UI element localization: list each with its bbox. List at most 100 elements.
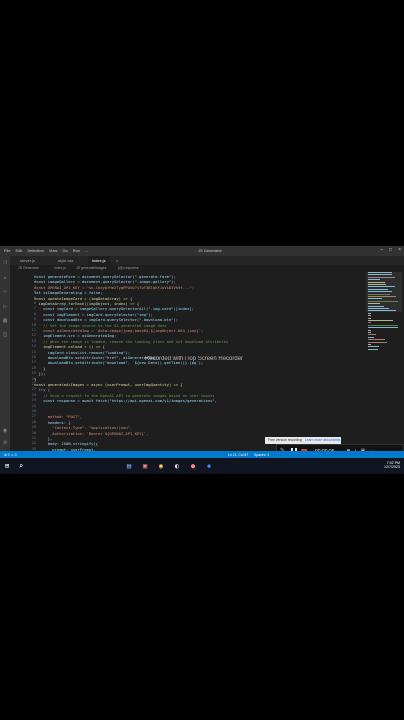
maximize-icon[interactable]: □: [389, 247, 392, 253]
minimap-line: [368, 312, 371, 314]
code-line: // When the image is loaded, remove the …: [34, 338, 229, 344]
system-clock[interactable]: 7:52 PM 12/7/2023: [366, 461, 400, 469]
code-line: const OPENAI_API_KEY = "sk-lhdyUrHe2TygP…: [34, 284, 195, 290]
code-line: });: [34, 371, 46, 377]
menu-file[interactable]: File: [4, 248, 10, 253]
code-line: }: [34, 376, 37, 382]
menu-run[interactable]: Run: [73, 248, 80, 253]
tab-server-js[interactable]: server.js: [20, 258, 35, 263]
toast-text: Free version recording: [268, 438, 302, 442]
minimap-line: [368, 300, 398, 302]
account-icon[interactable]: ◉: [2, 428, 8, 434]
window-title: JS Generator: [198, 248, 222, 253]
code-line: imgCard.classList.remove("loading");: [34, 349, 131, 355]
taskbar-file-explorer-icon[interactable]: ▤: [124, 461, 134, 471]
indentation[interactable]: Spaces: 4: [254, 453, 269, 457]
editor-tab-bar: server.js style.css index.js ×: [10, 256, 404, 265]
tab-close-icon[interactable]: ×: [116, 258, 118, 263]
taskbar-search-icon[interactable]: ⌕: [16, 461, 26, 471]
minimap-line: [368, 288, 388, 290]
code-line: downloadBtn.setAttribute("href", aiGener…: [34, 355, 160, 360]
minimap-line: [368, 341, 388, 343]
recording-toast: Free version recording Learn more about …: [265, 437, 341, 444]
recorder-watermark: Recorded with iTop Screen Recorder: [145, 356, 244, 362]
cursor-position[interactable]: Ln 21, Col 87: [228, 453, 248, 457]
screen: File Edit Selection View Go Run ... JS G…: [0, 246, 404, 474]
minimap-line: [368, 332, 371, 333]
code-line: // Set the image source to the AI-genera…: [34, 322, 167, 328]
minimap-line: [368, 305, 385, 307]
taskbar: ⊞ ⌕ ▤ ▣ ◉ ◐ ● ◆ 7:52 PM 12/7/2023: [0, 458, 404, 474]
minimap-line: [368, 303, 380, 305]
code-line: },: [34, 436, 53, 441]
breadcrumb-item[interactable]: [@] response: [118, 266, 139, 270]
explorer-icon[interactable]: ❐: [2, 260, 8, 266]
tab-index-js[interactable]: index.js: [88, 256, 110, 265]
tab-style-css[interactable]: style.css: [58, 258, 73, 263]
code-line: const generateForm = document.querySelec…: [34, 274, 176, 279]
code-line: // Send a request to the OpenAI API to g…: [34, 392, 215, 398]
minimap-line: [368, 322, 371, 324]
breadcrumb-item[interactable]: index.js: [54, 266, 66, 270]
code-line: method: "POST",: [34, 414, 83, 420]
minimap-line: [368, 308, 390, 309]
start-windows-icon[interactable]: ⊞: [2, 461, 12, 471]
code-line: headers: {: [34, 419, 71, 425]
minimap-line: [368, 310, 397, 312]
minimap-line: [368, 327, 398, 329]
breadcrumb-item[interactable]: JS generateImages: [76, 266, 106, 270]
code-line: }: [34, 365, 46, 371]
taskbar-vscode-icon[interactable]: ◆: [204, 461, 214, 471]
toast-link[interactable]: Learn more about limits: [305, 438, 340, 442]
code-line: const aiGeneratedImg = `data:image/jpeg;…: [34, 328, 204, 333]
minimap-line: [368, 329, 371, 331]
minimap-line: [368, 334, 377, 336]
menu-go[interactable]: Go: [62, 248, 67, 253]
menu-view[interactable]: View: [49, 248, 58, 253]
code-line: const generateAiImages = async (userProm…: [34, 382, 183, 387]
minimap[interactable]: [366, 272, 402, 362]
code-line: const downloadBtn = imgCard.querySelecto…: [34, 317, 179, 323]
title-bar: File Edit Selection View Go Run ... JS G…: [0, 246, 404, 256]
minimap-line: [368, 344, 372, 345]
minimap-line: [368, 284, 386, 285]
run-debug-icon[interactable]: ▷: [2, 304, 8, 310]
minimap-line: [368, 317, 371, 319]
code-line: const imageGallery = document.querySelec…: [34, 279, 176, 285]
code-line: body: JSON.stringify({: [34, 441, 99, 447]
extensions-icon[interactable]: ▦: [2, 318, 8, 324]
breadcrumb-item[interactable]: JS Generator: [18, 266, 39, 270]
code-line: const updateImageCard = (imgDataArray) =…: [34, 295, 133, 301]
code-line: const response = await fetch("https://ap…: [34, 398, 217, 404]
minimap-line: [368, 276, 395, 278]
clock-date: 12/7/2023: [384, 465, 400, 469]
code-line: Authorization: `Bearer ${OPENAI_API_KEY}…: [34, 430, 149, 436]
code-line: const imgCard = imageGallery.querySelect…: [34, 306, 195, 312]
window-controls: – □ ×: [380, 247, 401, 253]
taskbar-edge-icon[interactable]: ◐: [172, 461, 182, 471]
line-number-gutter: 1 2 3 4 5 6 7 8 9 10 11 12 13 14 15 16 17 18 19 20 21 22 23 24 2…: [10, 272, 36, 451]
minimap-line: [368, 346, 379, 348]
minimap-line: [368, 272, 392, 273]
source-control-icon[interactable]: ⑂: [2, 290, 8, 296]
menu-more[interactable]: ...: [85, 248, 88, 253]
minimize-icon[interactable]: –: [380, 247, 383, 253]
minimap-line: [368, 293, 391, 295]
search-icon[interactable]: ⌕: [2, 276, 8, 282]
settings-gear-icon[interactable]: ⚙: [2, 440, 8, 446]
remote-icon[interactable]: ◫: [2, 332, 8, 338]
menu-edit[interactable]: Edit: [15, 248, 22, 253]
code-line: let isImageGenerating = false;: [34, 290, 103, 296]
taskbar-chrome-icon[interactable]: ◉: [156, 461, 166, 471]
code-line: const imgElement = imgCard.querySelector…: [34, 311, 153, 317]
taskbar-recorder-icon[interactable]: ●: [188, 461, 198, 471]
breadcrumb: JS Generator index.js JS generateImages …: [10, 265, 404, 272]
close-icon[interactable]: ×: [398, 247, 401, 253]
minimap-line: [368, 286, 395, 288]
minimap-line: [368, 336, 375, 338]
code-line: "Content-Type": "application/json",: [34, 425, 133, 431]
minimap-line: [368, 348, 379, 350]
problems-indicator[interactable]: ⊗ 0 ⚠ 0: [4, 453, 16, 457]
menu-selection[interactable]: Selection: [27, 248, 43, 253]
taskbar-app-icon[interactable]: ▣: [140, 461, 150, 471]
